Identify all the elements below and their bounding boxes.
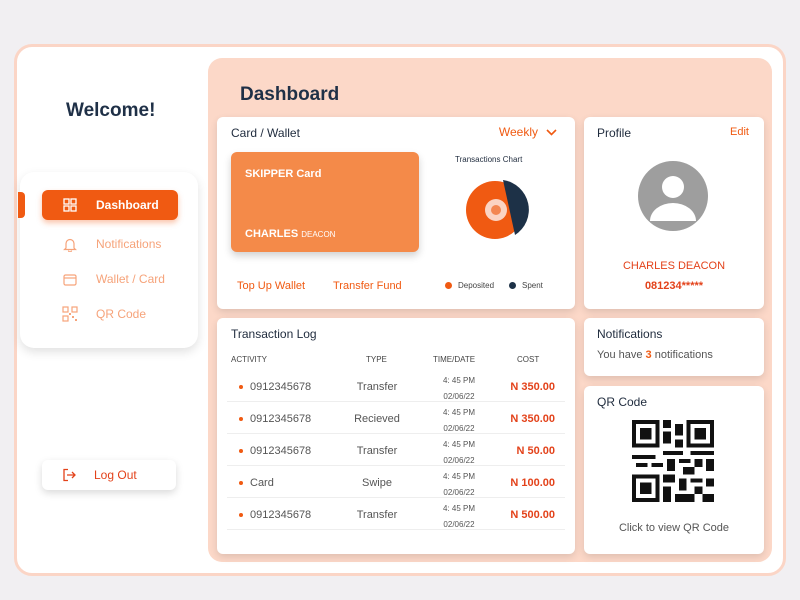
column-header-type: TYPE <box>366 355 387 364</box>
sidebar-item-label: QR Code <box>96 307 147 321</box>
sidebar-item-label: Wallet / Card <box>96 272 165 286</box>
grid-icon <box>60 198 80 212</box>
row-activity: 0912345678 <box>250 381 312 393</box>
row-bullet <box>239 449 243 453</box>
row-cost: N 350.00 <box>510 413 555 425</box>
period-dropdown[interactable]: Weekly <box>499 125 557 139</box>
row-time: 4: 45 PM 02/06/22 <box>442 408 475 433</box>
notifications-panel[interactable]: Notifications You have 3 notifications <box>584 318 764 376</box>
column-header-time: TIME/DATE <box>433 355 476 364</box>
qr-code-image[interactable] <box>632 420 714 502</box>
skipper-card[interactable]: SKIPPER Card CHARLES DEACON <box>231 152 419 252</box>
wallet-icon <box>60 273 80 286</box>
sidebar-item-label: Dashboard <box>96 198 159 212</box>
row-type: Transfer <box>356 445 398 457</box>
row-time: 4: 45 PM 02/06/22 <box>442 440 475 465</box>
legend-spent: Spent <box>509 281 543 290</box>
qr-code-panel[interactable]: QR Code Click to view QR Code <box>584 386 764 554</box>
chevron-down-icon <box>546 125 557 139</box>
sidebar-item-notifications[interactable]: Notifications <box>42 229 178 259</box>
sidebar-item-wallet[interactable]: Wallet / Card <box>42 264 178 294</box>
notification-count: 3 <box>645 349 652 361</box>
row-type: Transfer <box>356 381 398 393</box>
page-title: Dashboard <box>240 84 340 105</box>
panel-title: QR Code <box>597 395 648 409</box>
logout-icon <box>62 468 76 482</box>
legend-deposited: Deposited <box>445 281 494 290</box>
row-bullet <box>239 513 243 517</box>
edit-profile-link[interactable]: Edit <box>730 126 749 138</box>
transactions-donut-chart <box>466 180 529 239</box>
row-activity: 0912345678 <box>250 413 312 425</box>
user-icon <box>650 176 696 221</box>
qr-icon <box>60 306 80 322</box>
transfer-fund-link[interactable]: Transfer Fund <box>333 280 402 292</box>
row-activity: 0912345678 <box>250 445 312 457</box>
row-bullet <box>239 385 243 389</box>
welcome-heading: Welcome! <box>66 100 156 121</box>
qr-code-hint: Click to view QR Code <box>618 522 730 534</box>
table-row[interactable]: Card Swipe 4: 45 PM 02/06/22 N 100.00 <box>227 466 565 498</box>
row-time: 4: 45 PM 02/06/22 <box>442 504 475 529</box>
row-cost: N 350.00 <box>510 381 555 393</box>
panel-title: Notifications <box>597 327 663 341</box>
row-bullet <box>239 417 243 421</box>
panel-title: Profile <box>597 126 632 140</box>
card-holder: CHARLES DEACON <box>245 228 336 240</box>
chart-title: Transactions Chart <box>455 155 523 164</box>
table-row[interactable]: 0912345678 Transfer 4: 45 PM 02/06/22 N 5… <box>227 434 565 466</box>
sidebar-item-label: Notifications <box>96 237 162 251</box>
sidebar-item-qr-code[interactable]: QR Code <box>42 299 178 329</box>
column-header-activity: ACTIVITY <box>231 355 268 364</box>
card-wallet-panel: Card / Wallet Weekly SKIPPER Card CHARLE… <box>217 117 575 309</box>
column-header-cost: COST <box>517 355 540 364</box>
profile-panel: Profile Edit CHARLES DEACON 081234***** <box>584 117 764 309</box>
row-cost: N 100.00 <box>510 477 555 489</box>
avatar <box>638 161 708 231</box>
bell-icon <box>60 237 80 252</box>
card-name: SKIPPER Card <box>245 168 322 180</box>
transaction-log-panel: Transaction Log ACTIVITY TYPE TIME/DATE … <box>217 318 575 554</box>
period-label: Weekly <box>498 125 538 139</box>
notifications-summary: You have 3 notifications <box>597 349 713 361</box>
active-nav-marker <box>18 192 25 218</box>
table-row[interactable]: 0912345678 Transfer 4: 45 PM 02/06/22 N 5… <box>227 498 565 530</box>
row-bullet <box>239 481 243 485</box>
row-time: 4: 45 PM 02/06/22 <box>442 472 475 497</box>
profile-phone: 081234***** <box>644 280 704 292</box>
sidebar-item-dashboard[interactable]: Dashboard <box>42 190 178 220</box>
panel-title: Card / Wallet <box>231 126 300 140</box>
logout-label: Log Out <box>94 468 137 482</box>
profile-name: CHARLES DEACON <box>622 260 726 272</box>
table-row[interactable]: 0912345678 Transfer 4: 45 PM 02/06/22 N 3… <box>227 370 565 402</box>
panel-title: Transaction Log <box>231 327 317 341</box>
logout-button[interactable]: Log Out <box>42 460 176 490</box>
row-type: Transfer <box>356 509 398 521</box>
row-type: Recieved <box>354 413 400 425</box>
row-activity: Card <box>250 477 274 489</box>
row-time: 4: 45 PM 02/06/22 <box>442 376 475 401</box>
row-activity: 0912345678 <box>250 509 312 521</box>
table-row[interactable]: 0912345678 Recieved 4: 45 PM 02/06/22 N 3… <box>227 402 565 434</box>
top-up-wallet-link[interactable]: Top Up Wallet <box>237 280 305 292</box>
row-cost: N 500.00 <box>510 509 555 521</box>
row-cost: N 50.00 <box>516 445 555 457</box>
row-type: Swipe <box>362 477 392 489</box>
